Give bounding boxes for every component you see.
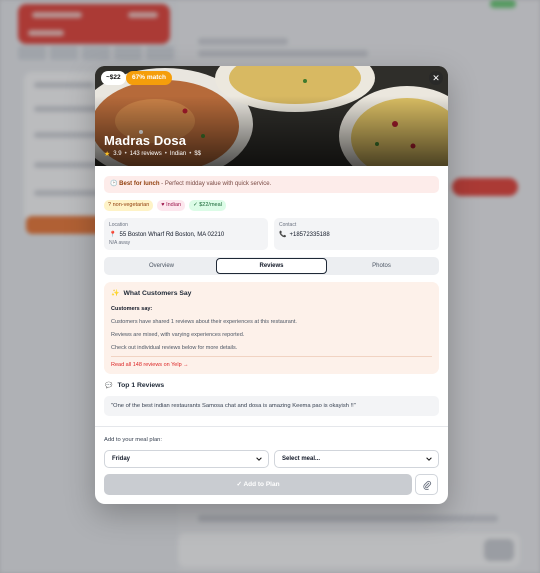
tab-overview[interactable]: Overview bbox=[106, 257, 217, 275]
banner-text: - Perfect midday value with quick servic… bbox=[159, 181, 272, 187]
contact-label: Contact bbox=[279, 222, 297, 228]
chat-bubble-icon: 💬 bbox=[105, 383, 113, 389]
tag-list: ? non-vegetarian ♥ Indian ✓ $22/meal bbox=[104, 200, 226, 211]
meal-select-value: Select meal... bbox=[282, 456, 321, 462]
tag-price: ✓ $22/meal bbox=[189, 200, 226, 211]
chevron-down-icon bbox=[426, 457, 432, 461]
summary-heading: What Customers Say bbox=[123, 289, 192, 297]
tab-photos[interactable]: Photos bbox=[326, 257, 437, 275]
contact-phone[interactable]: +18572335188 bbox=[289, 232, 329, 238]
summary-subheading: Customers say: bbox=[111, 306, 153, 312]
cuisine: Indian bbox=[169, 151, 187, 157]
sparkle-icon: ✨ bbox=[111, 290, 120, 297]
close-icon: ✕ bbox=[432, 73, 440, 83]
tab-bar: Overview Reviews Photos bbox=[104, 257, 439, 275]
restaurant-modal: ~$22 67% match ✕ Madras Dosa ★ 3.9 • 143… bbox=[95, 66, 448, 504]
meal-select[interactable]: Select meal... bbox=[274, 450, 439, 468]
best-for-banner: 🕑 Best for lunch - Perfect midday value … bbox=[104, 176, 439, 193]
hero-image: ~$22 67% match ✕ Madras Dosa ★ 3.9 • 143… bbox=[95, 66, 448, 166]
location-box: Location 📍 55 Boston Wharf Rd Boston, MA… bbox=[104, 218, 268, 250]
summary-line: Reviews are mixed, with varying experien… bbox=[111, 332, 245, 338]
review-count: 143 reviews bbox=[129, 151, 162, 157]
clock-icon: 🕑 bbox=[110, 181, 118, 187]
divider bbox=[95, 426, 448, 427]
top-reviews-heading: 💬 Top 1 Reviews bbox=[105, 382, 165, 389]
restaurant-meta: ★ 3.9 • 143 reviews • Indian • $$ bbox=[104, 151, 202, 158]
price-badge: ~$22 bbox=[101, 71, 126, 85]
summary-line: Customers have shared 1 reviews about th… bbox=[111, 319, 297, 325]
tag-diet: ? non-vegetarian bbox=[104, 200, 154, 211]
match-badge: 67% match bbox=[126, 71, 172, 85]
map-pin-icon: 📍 bbox=[109, 232, 117, 238]
yelp-reviews-link[interactable]: Read all 148 reviews on Yelp → bbox=[111, 362, 432, 368]
contact-box: Contact 📞 +18572335188 bbox=[274, 218, 439, 250]
star-icon: ★ bbox=[104, 151, 111, 158]
divider bbox=[111, 356, 432, 357]
check-icon: ✓ bbox=[193, 202, 198, 208]
day-select-value: Friday bbox=[112, 456, 131, 462]
meal-plan-label: Add to your meal plan: bbox=[104, 437, 163, 443]
chevron-down-icon bbox=[256, 457, 262, 461]
banner-title: Best for lunch bbox=[119, 181, 160, 187]
attach-button[interactable] bbox=[415, 474, 438, 495]
location-label: Location bbox=[109, 222, 128, 228]
location-address[interactable]: 55 Boston Wharf Rd Boston, MA 02210 bbox=[119, 232, 224, 238]
phone-icon: 📞 bbox=[279, 232, 287, 238]
add-to-plan-button[interactable]: ✓ Add to Plan bbox=[104, 474, 412, 495]
close-button[interactable]: ✕ bbox=[429, 71, 443, 85]
location-distance: N/A away bbox=[109, 240, 131, 246]
paperclip-icon bbox=[423, 480, 432, 490]
restaurant-name: Madras Dosa bbox=[104, 133, 187, 148]
rating: 3.9 bbox=[113, 151, 122, 157]
question-icon: ? bbox=[108, 202, 112, 208]
heart-icon: ♥ bbox=[161, 202, 165, 208]
summary-line: Check out individual reviews below for m… bbox=[111, 345, 238, 351]
day-select[interactable]: Friday bbox=[104, 450, 269, 468]
review-quote: "One of the best indian restaurants Samo… bbox=[104, 396, 439, 416]
tag-cuisine: ♥ Indian bbox=[157, 200, 186, 211]
tab-reviews[interactable]: Reviews bbox=[216, 258, 327, 274]
price-level: $$ bbox=[194, 151, 202, 157]
customer-summary-panel: ✨ What Customers Say Customers say: Cust… bbox=[104, 282, 439, 374]
